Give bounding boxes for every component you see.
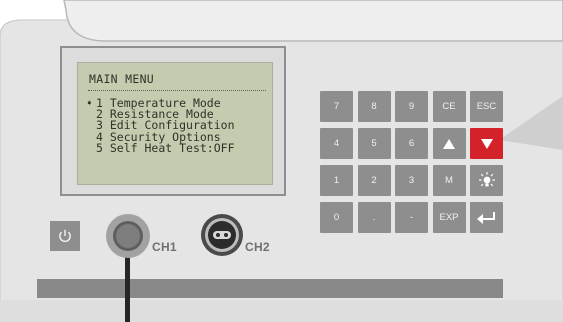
key-0[interactable]: 0: [320, 202, 353, 233]
arrow-up-icon: [443, 138, 455, 149]
ch1-label: CH1: [152, 240, 177, 254]
key-2[interactable]: 2: [357, 165, 391, 196]
key-backlight[interactable]: [470, 165, 503, 196]
key-label: 5: [371, 138, 377, 149]
key-label: 9: [408, 101, 415, 112]
key-label: ESC: [476, 101, 497, 112]
ch2-connector[interactable]: [199, 212, 245, 258]
key-7[interactable]: 7: [320, 91, 353, 122]
enter-icon: [476, 211, 497, 225]
menu-item-number: 5: [96, 140, 103, 155]
key-decimal[interactable]: .: [357, 202, 391, 233]
key-label: 3: [408, 175, 415, 186]
key-5[interactable]: 5: [357, 128, 391, 159]
key-label: 8: [371, 101, 377, 112]
key-ce[interactable]: CE: [432, 91, 466, 122]
power-button[interactable]: [50, 221, 80, 251]
key-label: 7: [333, 101, 340, 112]
key-9[interactable]: 9: [395, 91, 428, 122]
key-exp[interactable]: EXP: [432, 202, 466, 233]
key-m[interactable]: M: [432, 165, 466, 196]
ch2-label: CH2: [245, 240, 270, 254]
key-4[interactable]: 4: [320, 128, 353, 159]
key-label: CE: [442, 101, 456, 112]
menu-item-label: Self Heat Test:OFF: [109, 140, 235, 155]
key-label: 1: [333, 175, 340, 186]
lcd-title: MAIN MENU: [89, 72, 155, 86]
key-enter[interactable]: [470, 202, 503, 233]
power-icon: [59, 229, 71, 243]
lcd-divider: [88, 90, 266, 91]
key-label: 4: [333, 138, 340, 149]
key-up[interactable]: [432, 128, 466, 159]
key-label: 6: [408, 138, 415, 149]
key-label: M: [445, 175, 453, 186]
key-label: 2: [371, 175, 377, 186]
key-3[interactable]: 3: [395, 165, 428, 196]
menu-cursor-icon: ➧: [86, 96, 93, 110]
backlight-icon: [477, 171, 497, 191]
bottom-bar: [37, 279, 503, 298]
arrow-down-icon: [480, 138, 493, 149]
key-minus[interactable]: -: [395, 202, 428, 233]
key-label: 0: [333, 212, 340, 223]
key-label: .: [372, 212, 376, 223]
lcd-screen: MAIN MENU ➧ 1 Temperature Mode 2 Resistanc…: [77, 62, 273, 185]
key-6[interactable]: 6: [395, 128, 428, 159]
key-8[interactable]: 8: [357, 91, 391, 122]
key-esc[interactable]: ESC: [470, 91, 503, 122]
key-down[interactable]: [470, 128, 503, 159]
ch1-connector[interactable]: [103, 211, 153, 261]
key-label: -: [409, 212, 414, 223]
key-label: EXP: [439, 212, 459, 223]
key-1[interactable]: 1: [320, 165, 353, 196]
menu-item[interactable]: 5 Self Heat Test:OFF: [86, 140, 235, 155]
